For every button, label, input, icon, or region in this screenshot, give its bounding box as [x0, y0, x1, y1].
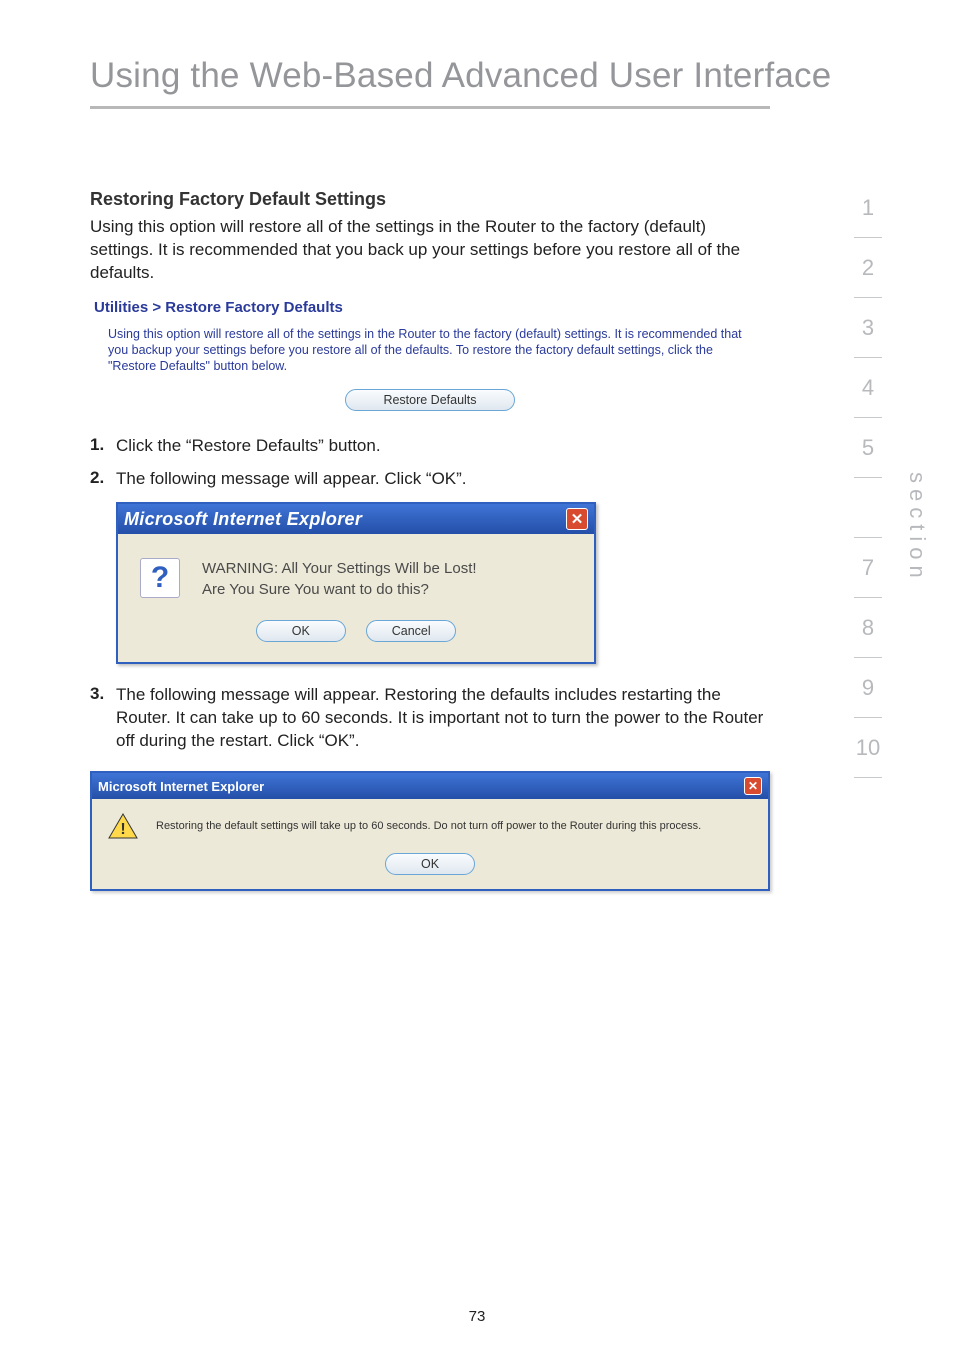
question-glyph: ?: [151, 561, 169, 595]
utilities-description: Using this option will restore all of th…: [90, 326, 770, 375]
step-number: 2.: [90, 468, 116, 491]
section-heading: Restoring Factory Default Settings: [90, 189, 770, 210]
dialog-title: Microsoft Internet Explorer: [124, 509, 362, 530]
close-icon: ✕: [748, 780, 758, 792]
dialog-titlebar: Microsoft Internet Explorer ✕: [118, 504, 594, 534]
section-nav: 1 2 3 4 5 6 7 8 9 10: [844, 178, 892, 778]
dialog-titlebar: Microsoft Internet Explorer ✕: [92, 773, 768, 799]
section-nav-item-10[interactable]: 10: [844, 718, 892, 778]
cancel-button[interactable]: Cancel: [366, 620, 456, 642]
restore-defaults-button[interactable]: Restore Defaults: [345, 389, 515, 411]
section-nav-item-2[interactable]: 2: [844, 238, 892, 298]
step-text: Click the “Restore Defaults” button.: [116, 435, 381, 458]
intro-text: Using this option will restore all of th…: [90, 216, 770, 285]
page-title: Using the Web-Based Advanced User Interf…: [90, 56, 864, 96]
section-nav-item-1[interactable]: 1: [844, 178, 892, 238]
close-button[interactable]: ✕: [566, 508, 588, 530]
section-nav-item-3[interactable]: 3: [844, 298, 892, 358]
info-dialog: Microsoft Internet Explorer ✕ ! Restorin…: [90, 771, 770, 891]
section-label: section: [904, 472, 930, 584]
warning-icon: !: [108, 813, 138, 839]
page-number: 73: [0, 1308, 954, 1325]
dialog-message: WARNING: All Your Settings Will be Lost!…: [202, 558, 477, 600]
utilities-breadcrumb: Utilities > Restore Factory Defaults: [90, 299, 770, 316]
step-number: 1.: [90, 435, 116, 458]
dialog-line2: Are You Sure You want to do this?: [202, 579, 477, 600]
step-number: 3.: [90, 684, 116, 753]
dialog-message: Restoring the default settings will take…: [156, 820, 701, 832]
dialog-title: Microsoft Internet Explorer: [98, 779, 264, 794]
section-nav-item-7[interactable]: 7: [844, 538, 892, 598]
ok-button[interactable]: OK: [385, 853, 475, 875]
svg-text:!: !: [120, 821, 125, 838]
section-nav-item-6[interactable]: 6: [844, 478, 892, 538]
ok-button[interactable]: OK: [256, 620, 346, 642]
step-text: The following message will appear. Click…: [116, 468, 467, 491]
step-text: The following message will appear. Resto…: [116, 684, 770, 753]
section-nav-item-4[interactable]: 4: [844, 358, 892, 418]
close-icon: ✕: [571, 512, 584, 527]
section-nav-item-9[interactable]: 9: [844, 658, 892, 718]
close-button[interactable]: ✕: [744, 777, 762, 795]
confirm-dialog: Microsoft Internet Explorer ✕ ? WARNING:…: [116, 502, 596, 664]
title-rule: [90, 106, 770, 109]
question-icon: ?: [140, 558, 180, 598]
section-nav-item-8[interactable]: 8: [844, 598, 892, 658]
dialog-line1: WARNING: All Your Settings Will be Lost!: [202, 558, 477, 579]
section-nav-item-5[interactable]: 5: [844, 418, 892, 478]
